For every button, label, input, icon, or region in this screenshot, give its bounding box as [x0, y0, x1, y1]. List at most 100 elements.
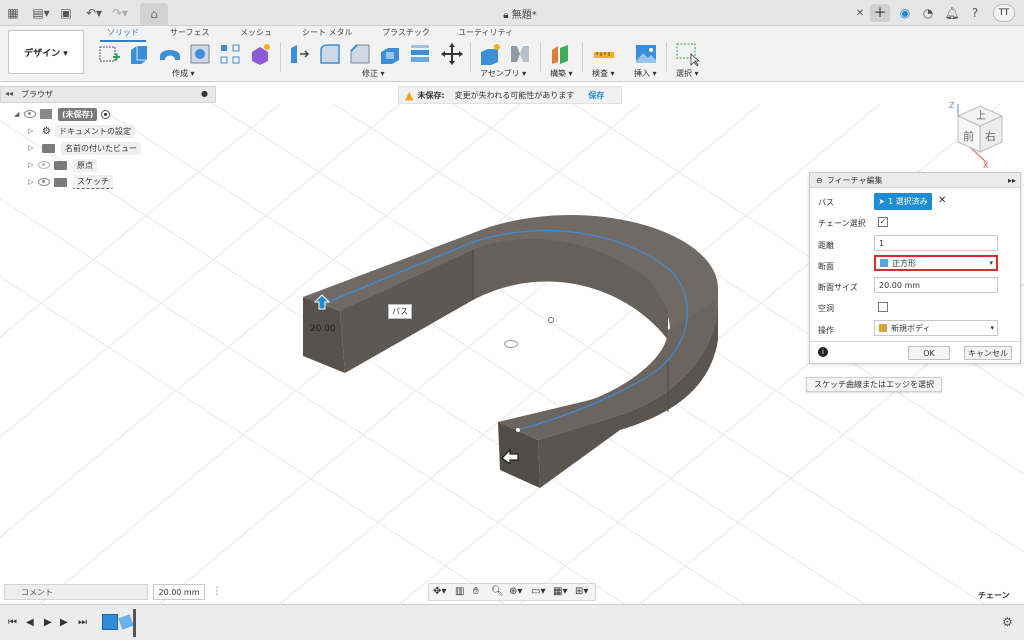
visibility-eye-icon[interactable] [24, 110, 36, 118]
app-grid-icon[interactable]: ▦ [6, 5, 20, 21]
close-tab-icon[interactable]: ✕ [854, 5, 866, 21]
save-icon[interactable]: ▣ [58, 5, 74, 21]
move-copy-icon[interactable] [440, 42, 464, 66]
group-select[interactable]: 選択 ▾ [676, 68, 699, 79]
browser-item-origin[interactable]: ▷ 原点 [28, 157, 97, 173]
clear-selection-icon[interactable]: ✕ [938, 195, 946, 206]
browser-root-node[interactable]: ◢ (未保存) [14, 106, 111, 122]
operation-dropdown[interactable]: 新規ボディ ▾ [874, 320, 998, 336]
extensions-icon[interactable]: ◉ [897, 5, 913, 21]
browser-item-document-settings[interactable]: ▷ ⚙ ドキュメントの設定 [28, 123, 135, 139]
group-assemble[interactable]: アセンブリ ▾ [480, 68, 526, 79]
direction-arrow-icon[interactable] [500, 448, 520, 466]
group-insert[interactable]: 挿入 ▾ [634, 68, 657, 79]
measure-icon[interactable] [592, 42, 616, 66]
browser-item-sketches[interactable]: ▷ スケッチ [28, 174, 113, 190]
grid-settings-icon[interactable]: ▦▾ [553, 586, 567, 597]
look-at-icon[interactable]: ▥ [455, 586, 464, 597]
file-menu-icon[interactable]: ▤▾ [30, 5, 52, 21]
collapse-browser-icon[interactable]: ◂◂ [5, 89, 13, 98]
distance-input[interactable]: 1 [874, 235, 998, 251]
section-dropdown[interactable]: 正方形 ▾ [874, 255, 998, 271]
construct-plane-icon[interactable] [548, 42, 572, 66]
user-avatar[interactable]: TT [993, 4, 1015, 22]
combine-icon[interactable] [408, 42, 432, 66]
expand-triangle-icon[interactable]: ▷ [28, 161, 38, 169]
go-to-start-icon[interactable]: ⏮ [8, 617, 17, 628]
expand-triangle-icon[interactable]: ▷ [28, 178, 38, 186]
more-options-icon[interactable]: ⋮ [212, 586, 222, 597]
section-size-input[interactable]: 20.00 mm [874, 277, 998, 293]
play-icon[interactable]: ▶︎ [44, 617, 52, 628]
comment-bar[interactable]: コメント [4, 584, 148, 600]
active-radio-icon[interactable] [101, 109, 111, 119]
undo-icon[interactable]: ↶▾ [84, 5, 104, 21]
fillet-icon[interactable] [318, 42, 342, 66]
tab-solid[interactable]: ソリッド [107, 27, 139, 38]
new-tab-button[interactable]: + [870, 4, 890, 22]
group-construct[interactable]: 構築 ▾ [550, 68, 573, 79]
browser-item-named-views[interactable]: ▷ 名前の付いたビュー [28, 140, 141, 156]
step-forward-icon[interactable]: ▶︎ [60, 617, 68, 628]
home-tab[interactable]: ⌂ [140, 3, 168, 26]
workspace-switcher-button[interactable]: デザイン ▾ [8, 30, 84, 74]
go-to-end-icon[interactable]: ⏭ [78, 617, 87, 628]
zoom-window-icon[interactable]: ⊕▾ [509, 586, 522, 597]
joint-icon[interactable] [508, 42, 532, 66]
browser-menu-icon[interactable]: ● [201, 89, 208, 98]
create-sketch-icon[interactable] [97, 42, 121, 66]
tab-surface[interactable]: サーフェス [170, 27, 210, 38]
extrude-icon[interactable] [127, 42, 151, 66]
timeline-sketch-feature[interactable] [102, 614, 118, 630]
tab-sheet-metal[interactable]: シート メタル [302, 27, 353, 38]
info-icon[interactable]: i [818, 347, 828, 357]
help-icon[interactable]: ? [967, 5, 983, 21]
ok-button[interactable]: OK [908, 346, 950, 360]
shell-icon[interactable] [378, 42, 402, 66]
tab-utility[interactable]: ユーティリティ [458, 27, 513, 38]
create-form-icon[interactable] [248, 42, 272, 66]
step-back-icon[interactable]: ◀︎ [26, 617, 34, 628]
job-status-icon[interactable]: ◔ [920, 5, 936, 21]
expand-triangle-icon[interactable]: ▷ [28, 144, 38, 152]
hollow-checkbox[interactable] [878, 302, 888, 312]
select-window-icon[interactable] [676, 42, 700, 66]
group-create[interactable]: 作成 ▾ [172, 68, 195, 79]
view-cube[interactable]: 上 前 右 Z X [942, 96, 1012, 170]
timeline-marker[interactable] [133, 609, 136, 637]
save-button[interactable]: 保存 [588, 90, 604, 101]
zoom-icon[interactable]: 🔍︎ [491, 586, 504, 597]
group-inspect[interactable]: 検査 ▾ [592, 68, 615, 79]
dimension-value-field[interactable]: 20.00 mm [153, 584, 205, 600]
pan-hand-icon[interactable]: ✋︎ [473, 586, 479, 597]
dimension-label[interactable]: 20.00 [310, 324, 336, 334]
timeline-sweep-feature[interactable] [118, 614, 134, 630]
move-arrow-icon[interactable] [313, 294, 331, 310]
orbit-icon[interactable]: ✥▾ [433, 586, 446, 597]
chain-select-checkbox[interactable]: ✓ [878, 217, 888, 227]
panel-header[interactable]: ⊖ フィーチャ編集 ▸▸ [810, 173, 1020, 188]
pattern-icon[interactable] [218, 42, 242, 66]
group-modify[interactable]: 修正 ▾ [362, 68, 385, 79]
display-settings-icon[interactable]: ▭▾ [531, 586, 545, 597]
visibility-eye-icon[interactable] [38, 178, 50, 186]
collapse-panel-icon[interactable]: ⊖ [816, 176, 823, 185]
collapse-triangle-icon[interactable]: ◢ [14, 110, 24, 118]
cancel-button[interactable]: キャンセル [964, 346, 1012, 360]
notifications-icon[interactable]: 🔔︎ [944, 5, 960, 21]
expand-triangle-icon[interactable]: ▷ [28, 127, 38, 135]
press-pull-icon[interactable] [288, 42, 312, 66]
tab-plastic[interactable]: プラスチック [382, 27, 430, 38]
insert-image-icon[interactable] [634, 42, 658, 66]
browser-header[interactable]: ◂◂ ブラウザ ● [0, 86, 216, 103]
redo-icon[interactable]: ↷▾ [110, 5, 130, 21]
viewports-icon[interactable]: ⊞▾ [575, 586, 588, 597]
expand-panel-icon[interactable]: ▸▸ [1008, 176, 1016, 185]
new-component-icon[interactable] [478, 42, 502, 66]
chamfer-icon[interactable] [348, 42, 372, 66]
timeline-settings-icon[interactable]: ⚙ [1002, 615, 1013, 629]
revolve-icon[interactable] [158, 42, 182, 66]
hole-icon[interactable] [188, 42, 212, 66]
tab-mesh[interactable]: メッシュ [240, 27, 272, 38]
path-selection-button[interactable]: ➤ 1 選択済み [874, 193, 932, 210]
